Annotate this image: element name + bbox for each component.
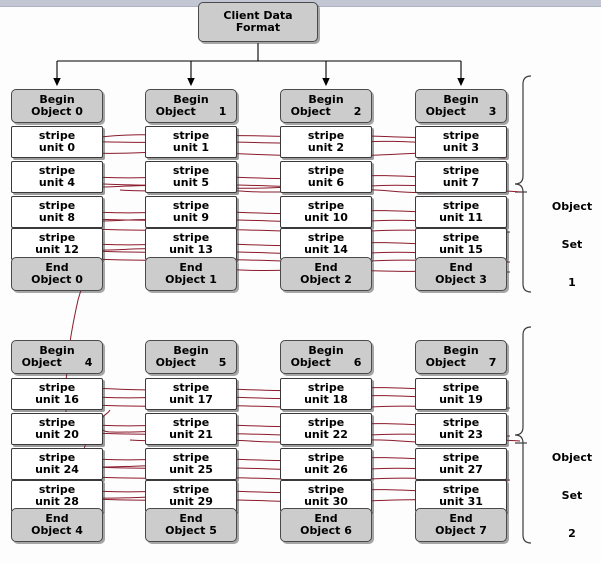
object-set-2-line3: 2 [568,527,576,541]
stripe-unit-17[interactable]: stripe unit 17 [145,378,237,410]
brace-object-set-1 [514,75,532,293]
stripe-unit-10[interactable]: stripe unit 10 [280,196,372,228]
stripe-unit-3[interactable]: stripe unit 3 [415,126,507,158]
end-object-1[interactable]: End Object 1 [145,257,237,291]
stripe-unit-25[interactable]: stripe unit 25 [145,448,237,480]
begin-object-4[interactable]: Begin Object 4 [11,340,103,374]
object-set-1-line3: 1 [568,276,576,290]
object-set-2-label: Object Set 2 [546,427,598,566]
object-set-2-line1: Object [551,451,593,465]
stripe-unit-15[interactable]: stripe unit 15 [415,228,507,260]
begin-object-2[interactable]: Begin Object 2 [280,89,372,123]
stripe-unit-0[interactable]: stripe unit 0 [11,126,103,158]
title-box[interactable]: Client Data Format [198,2,318,42]
end-object-4[interactable]: End Object 4 [11,508,103,542]
stripe-unit-2[interactable]: stripe unit 2 [280,126,372,158]
stripe-unit-20[interactable]: stripe unit 20 [11,413,103,445]
begin-object-5[interactable]: Begin Object 5 [145,340,237,374]
object-set-1-line2: Set [561,238,583,252]
object-set-2-line2: Set [561,489,583,503]
begin-object-6[interactable]: Begin Object 6 [280,340,372,374]
tree-connectors [53,43,465,87]
stripe-unit-27[interactable]: stripe unit 27 [415,448,507,480]
stripe-unit-18[interactable]: stripe unit 18 [280,378,372,410]
end-object-0[interactable]: End Object 0 [11,257,103,291]
object-set-1-label: Object Set 1 [546,176,598,315]
stripe-unit-12[interactable]: stripe unit 12 [11,228,103,260]
stripe-unit-21[interactable]: stripe unit 21 [145,413,237,445]
stripe-unit-9[interactable]: stripe unit 9 [145,196,237,228]
stripe-unit-1[interactable]: stripe unit 1 [145,126,237,158]
stripe-unit-19[interactable]: stripe unit 19 [415,378,507,410]
object-set-1-line1: Object [551,200,593,214]
diagram-canvas: Client Data Format Begin Object 0 stripe… [0,0,601,564]
brace-object-set-2 [514,326,532,544]
end-object-2[interactable]: End Object 2 [280,257,372,291]
stripe-unit-14[interactable]: stripe unit 14 [280,228,372,260]
stripe-unit-5[interactable]: stripe unit 5 [145,161,237,193]
stripe-unit-11[interactable]: stripe unit 11 [415,196,507,228]
end-object-7[interactable]: End Object 7 [415,508,507,542]
begin-object-7[interactable]: Begin Object 7 [415,340,507,374]
begin-object-0[interactable]: Begin Object 0 [11,89,103,123]
stripe-unit-7[interactable]: stripe unit 7 [415,161,507,193]
begin-object-3[interactable]: Begin Object 3 [415,89,507,123]
stripe-unit-13[interactable]: stripe unit 13 [145,228,237,260]
begin-object-1[interactable]: Begin Object 1 [145,89,237,123]
stripe-unit-24[interactable]: stripe unit 24 [11,448,103,480]
stripe-unit-16[interactable]: stripe unit 16 [11,378,103,410]
end-object-6[interactable]: End Object 6 [280,508,372,542]
stripe-unit-26[interactable]: stripe unit 26 [280,448,372,480]
stripe-unit-22[interactable]: stripe unit 22 [280,413,372,445]
end-object-3[interactable]: End Object 3 [415,257,507,291]
stripe-unit-8[interactable]: stripe unit 8 [11,196,103,228]
end-object-5[interactable]: End Object 5 [145,508,237,542]
stripe-unit-6[interactable]: stripe unit 6 [280,161,372,193]
stripe-unit-23[interactable]: stripe unit 23 [415,413,507,445]
stripe-unit-4[interactable]: stripe unit 4 [11,161,103,193]
